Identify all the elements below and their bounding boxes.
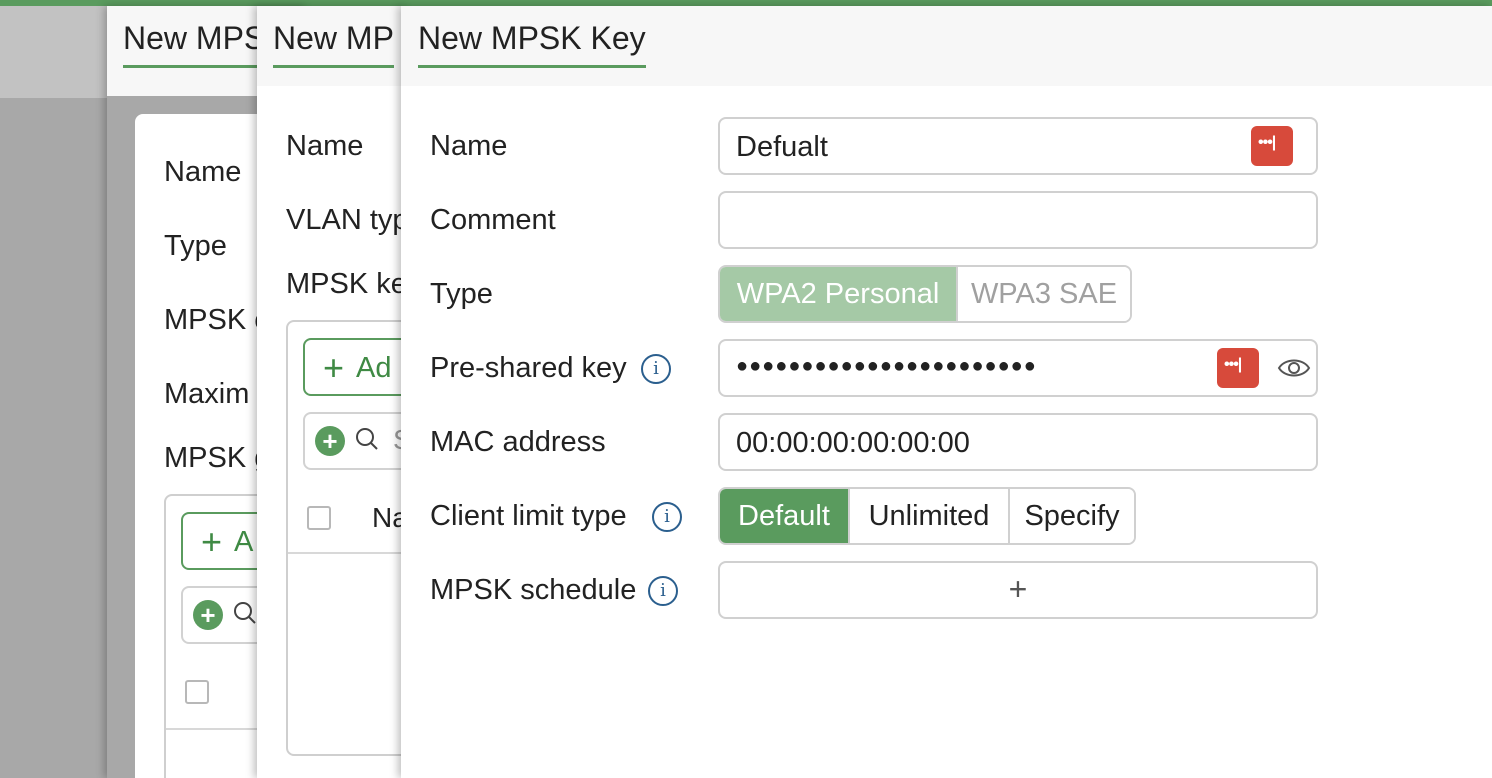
- pre-shared-key-field[interactable]: ●●●●●●●●●●●●●●●●●●●●●●● •••|: [718, 339, 1318, 397]
- info-icon[interactable]: i: [641, 354, 671, 384]
- search-icon: [234, 602, 256, 624]
- eye-icon[interactable]: [1277, 355, 1311, 381]
- middle-label-vlan-type: VLAN typ: [286, 204, 407, 236]
- label-name: Name: [430, 130, 508, 162]
- password-manager-icon[interactable]: •••|: [1217, 348, 1259, 388]
- middle-divider: [288, 552, 407, 554]
- panel-front-body: Name Defualt •••| Comment Type WPA2 Pers…: [401, 86, 1492, 778]
- middle-label-name: Name: [286, 130, 364, 162]
- add-plus-icon: +: [1008, 571, 1028, 607]
- client-limit-option-specify[interactable]: Specify: [1010, 489, 1134, 543]
- panel-middle: New MP Name VLAN typ MPSK ke + Ad + S Na: [257, 6, 407, 778]
- back-label-type: Type: [164, 230, 227, 262]
- client-limit-option-default[interactable]: Default: [720, 489, 850, 543]
- add-plus-icon[interactable]: +: [193, 600, 223, 630]
- panel-back-title: New MPS: [123, 20, 266, 68]
- type-option-wpa2-personal[interactable]: WPA2 Personal: [720, 267, 958, 321]
- type-option-wpa3-sae[interactable]: WPA3 SAE: [958, 267, 1130, 321]
- info-icon[interactable]: i: [648, 576, 678, 606]
- panel-front-header: New MPSK Key: [401, 6, 1492, 86]
- panel-middle-header: New MP: [257, 6, 407, 86]
- search-icon: [356, 428, 378, 450]
- middle-list-frame: + Ad + S Na: [286, 320, 407, 756]
- panel-middle-body: Name VLAN typ MPSK ke + Ad + S Na: [257, 86, 407, 778]
- add-plus-icon[interactable]: +: [315, 426, 345, 456]
- mac-address-value: 00:00:00:00:00:00: [736, 427, 970, 459]
- comment-field[interactable]: [718, 191, 1318, 249]
- middle-search-box[interactable]: + S: [303, 412, 407, 470]
- password-manager-icon[interactable]: •••|: [1251, 126, 1293, 166]
- back-label-mpsk-g: MPSK g: [164, 442, 271, 474]
- add-plus-icon: +: [201, 521, 223, 562]
- add-plus-icon: +: [323, 347, 345, 388]
- pre-shared-key-value: ●●●●●●●●●●●●●●●●●●●●●●●: [736, 355, 1037, 377]
- back-label-maxim: Maxim: [164, 378, 250, 410]
- type-segmented-control: WPA2 Personal WPA3 SAE: [718, 265, 1132, 323]
- client-limit-option-unlimited[interactable]: Unlimited: [850, 489, 1010, 543]
- panel-middle-title: New MP: [273, 20, 394, 68]
- middle-select-all-checkbox[interactable]: [307, 506, 331, 530]
- label-mac-address: MAC address: [430, 426, 606, 458]
- panel-front-title: New MPSK Key: [418, 20, 646, 68]
- back-select-all-checkbox[interactable]: [185, 680, 209, 704]
- back-label-mpsk-c: MPSK c: [164, 304, 269, 336]
- label-type: Type: [430, 278, 493, 310]
- mpsk-schedule-add-field[interactable]: +: [718, 561, 1318, 619]
- name-field[interactable]: Defualt •••|: [718, 117, 1318, 175]
- info-icon[interactable]: i: [652, 502, 682, 532]
- label-client-limit-type: Client limit type: [430, 500, 627, 532]
- middle-add-button[interactable]: + Ad: [303, 338, 407, 396]
- label-mpsk-schedule: MPSK schedule: [430, 574, 637, 606]
- client-limit-segmented-control: Default Unlimited Specify: [718, 487, 1136, 545]
- name-value: Defualt: [736, 131, 828, 163]
- label-comment: Comment: [430, 204, 556, 236]
- label-pre-shared-key: Pre-shared key: [430, 352, 627, 384]
- back-label-name: Name: [164, 156, 242, 188]
- panel-front: New MPSK Key Name Defualt •••| Comment T…: [401, 6, 1492, 778]
- middle-label-mpsk-keys: MPSK ke: [286, 268, 407, 300]
- mac-address-field[interactable]: 00:00:00:00:00:00: [718, 413, 1318, 471]
